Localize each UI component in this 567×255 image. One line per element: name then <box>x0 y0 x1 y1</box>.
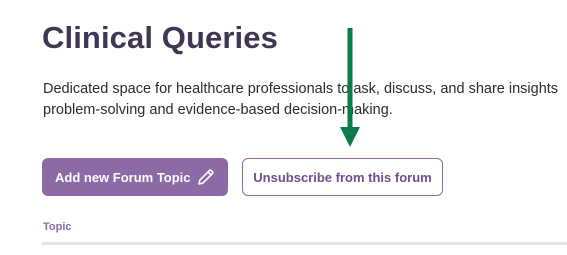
page-title: Clinical Queries <box>42 20 278 55</box>
arrow-down-icon <box>340 28 360 147</box>
add-forum-topic-label: Add new Forum Topic <box>55 169 191 185</box>
unsubscribe-button[interactable]: Unsubscribe from this forum <box>242 158 443 196</box>
unsubscribe-label: Unsubscribe from this forum <box>253 169 432 185</box>
forum-page: Clinical Queries Dedicated space for hea… <box>0 0 567 255</box>
description-line-2: problem-solving and evidence-based decis… <box>43 102 393 118</box>
pencil-icon <box>198 169 214 185</box>
table-divider <box>42 242 567 245</box>
description-line-1: Dedicated space for healthcare professio… <box>43 81 559 97</box>
forum-description: Dedicated space for healthcare professio… <box>43 79 567 121</box>
table-header-topic[interactable]: Topic <box>43 221 72 233</box>
add-forum-topic-button[interactable]: Add new Forum Topic <box>42 158 228 196</box>
